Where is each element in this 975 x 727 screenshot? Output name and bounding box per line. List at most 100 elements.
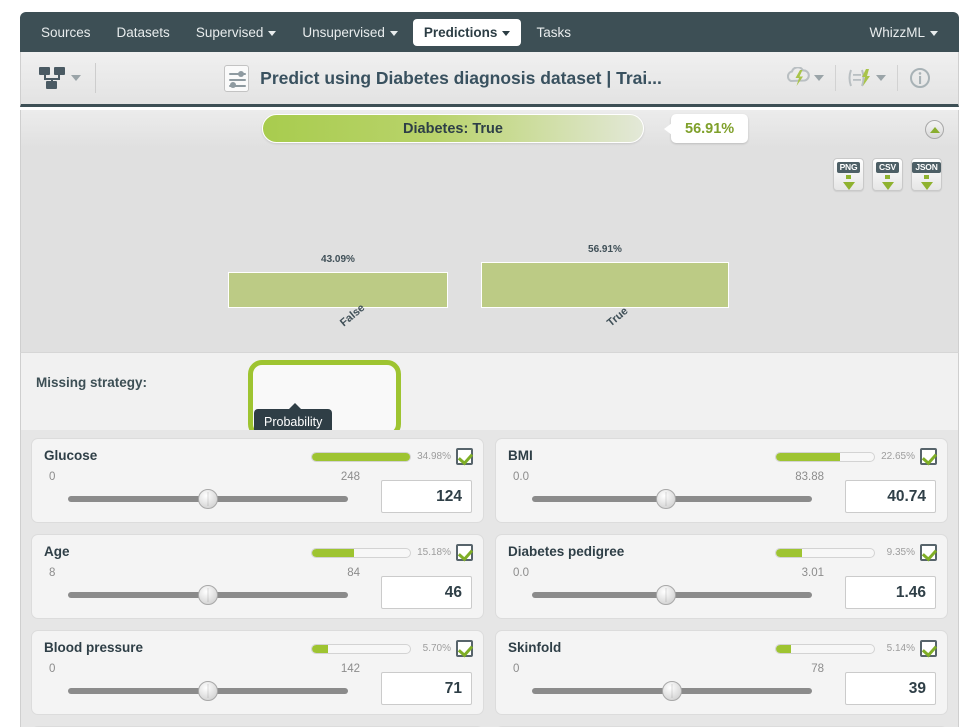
nav-item-datasets[interactable]: Datasets — [106, 19, 181, 46]
field-min-value: 8 — [49, 567, 55, 579]
field-slider[interactable] — [532, 688, 812, 694]
field-importance-fill — [776, 549, 802, 557]
field-enabled-checkbox[interactable] — [920, 640, 937, 657]
header-actions — [776, 65, 958, 91]
header-left — [21, 63, 110, 93]
main-navigation: Sources Datasets Supervised Unsupervised Pre… — [20, 12, 959, 52]
prediction-summary-band: Diabetes: True 56.91% — [20, 110, 959, 148]
field-min-value: 0.0 — [513, 567, 529, 579]
prediction-controls: Missing strategy: — [20, 352, 959, 430]
info-icon — [909, 67, 931, 89]
field-slider[interactable] — [532, 592, 812, 598]
field-min-value: 0 — [513, 663, 519, 675]
nav-item-unsupervised[interactable]: Unsupervised — [291, 19, 409, 46]
flash-cloud-icon — [787, 67, 811, 89]
nav-item-label: WhizzML — [869, 25, 925, 40]
input-fields-list: Glucose34.98%0248124BMI22.65%0.083.8840.… — [20, 430, 959, 727]
info-button[interactable] — [898, 67, 942, 89]
resource-header: Predict using Diabetes diagnosis dataset… — [20, 52, 959, 107]
nav-item-label: Unsupervised — [302, 25, 385, 40]
input-fields-row: Blood pressure5.70%014271Skinfold5.14%07… — [31, 630, 948, 715]
field-value-input[interactable]: 39 — [845, 672, 936, 705]
chevron-down-icon — [71, 75, 81, 81]
field-enabled-checkbox[interactable] — [456, 448, 473, 465]
sliders-icon — [224, 65, 249, 92]
chart-bar-value-label: 56.91% — [481, 244, 729, 255]
field-enabled-checkbox[interactable] — [456, 640, 473, 657]
input-field-card: Blood pressure5.70%014271 — [31, 630, 484, 715]
prediction-label: Diabetes: True — [403, 121, 503, 137]
model-type-button[interactable] — [39, 67, 81, 89]
prediction-result-pill: Diabetes: True — [262, 114, 644, 143]
nav-item-predictions[interactable]: Predictions — [413, 19, 522, 46]
model-tree-icon — [39, 67, 65, 89]
collapse-chart-button[interactable] — [925, 120, 944, 139]
field-slider-knob[interactable] — [656, 585, 676, 605]
field-slider[interactable] — [532, 496, 812, 502]
field-slider[interactable] — [68, 688, 348, 694]
chart-bar-group: 56.91%True — [481, 262, 729, 308]
input-field-card: Diabetes pedigree9.35%0.03.011.46 — [495, 534, 948, 619]
field-importance-bar — [775, 452, 875, 462]
chevron-down-icon — [814, 75, 824, 81]
field-value-input[interactable]: 1.46 — [845, 576, 936, 609]
field-importance-bar — [311, 644, 411, 654]
input-field-card: Skinfold5.14%07839 — [495, 630, 948, 715]
chevron-down-icon — [876, 75, 886, 81]
field-importance-value: 22.65% — [881, 451, 915, 462]
field-max-value: 142 — [341, 663, 360, 675]
field-importance-value: 34.98% — [417, 451, 451, 462]
field-value-input[interactable]: 40.74 — [845, 480, 936, 513]
prediction-confidence-value: 56.91% — [685, 121, 734, 137]
field-importance-bar — [311, 548, 411, 558]
nav-item-tasks[interactable]: Tasks — [525, 19, 582, 46]
field-importance-value: 5.14% — [887, 643, 915, 654]
nav-item-label: Supervised — [196, 25, 264, 40]
field-value-input[interactable]: 71 — [381, 672, 472, 705]
nav-item-supervised[interactable]: Supervised — [185, 19, 288, 46]
chart-category-label: True — [605, 305, 631, 329]
field-min-value: 0 — [49, 471, 55, 483]
chart-bars: 43.09%False56.91%True — [21, 148, 958, 352]
chevron-down-icon — [268, 31, 276, 36]
nav-item-label: Sources — [41, 25, 91, 40]
field-slider[interactable] — [68, 592, 348, 598]
field-slider-knob[interactable] — [198, 585, 218, 605]
nav-item-label: Tasks — [536, 25, 571, 40]
input-field-card: Age15.18%88446 — [31, 534, 484, 619]
field-value-input[interactable]: 124 — [381, 480, 472, 513]
field-slider[interactable] — [68, 496, 348, 502]
header-center: Predict using Diabetes diagnosis dataset… — [110, 65, 776, 92]
header-divider — [95, 63, 96, 93]
field-enabled-checkbox[interactable] — [920, 448, 937, 465]
nav-item-whizzml[interactable]: WhizzML — [858, 19, 949, 46]
batch-prediction-button[interactable] — [836, 67, 897, 89]
field-max-value: 84 — [347, 567, 360, 579]
chart-bar-value-label: 43.09% — [228, 254, 448, 265]
bigml-prediction-page: Sources Datasets Supervised Unsupervised Pre… — [0, 0, 975, 727]
chart-bar[interactable] — [481, 262, 729, 308]
prediction-confidence-badge: 56.91% — [671, 114, 748, 143]
field-slider-knob[interactable] — [662, 681, 682, 701]
field-importance-fill — [776, 645, 791, 653]
field-importance-value: 15.18% — [417, 547, 451, 558]
collapse-up-icon — [930, 127, 940, 133]
field-importance-fill — [312, 453, 410, 461]
field-importance-bar — [775, 548, 875, 558]
field-enabled-checkbox[interactable] — [456, 544, 473, 561]
field-slider-knob[interactable] — [656, 489, 676, 509]
missing-strategy-label: Missing strategy: — [36, 375, 147, 390]
field-enabled-checkbox[interactable] — [920, 544, 937, 561]
chart-bar[interactable] — [228, 272, 448, 308]
field-slider-knob[interactable] — [198, 489, 218, 509]
field-max-value: 248 — [341, 471, 360, 483]
field-value-input[interactable]: 46 — [381, 576, 472, 609]
field-importance-value: 9.35% — [887, 547, 915, 558]
field-importance-fill — [312, 645, 328, 653]
flash-cloud-button[interactable] — [776, 67, 835, 89]
nav-item-sources[interactable]: Sources — [30, 19, 102, 46]
input-field-card: Glucose34.98%0248124 — [31, 438, 484, 523]
field-slider-knob[interactable] — [198, 681, 218, 701]
field-max-value: 78 — [811, 663, 824, 675]
field-max-value: 83.88 — [795, 471, 824, 483]
